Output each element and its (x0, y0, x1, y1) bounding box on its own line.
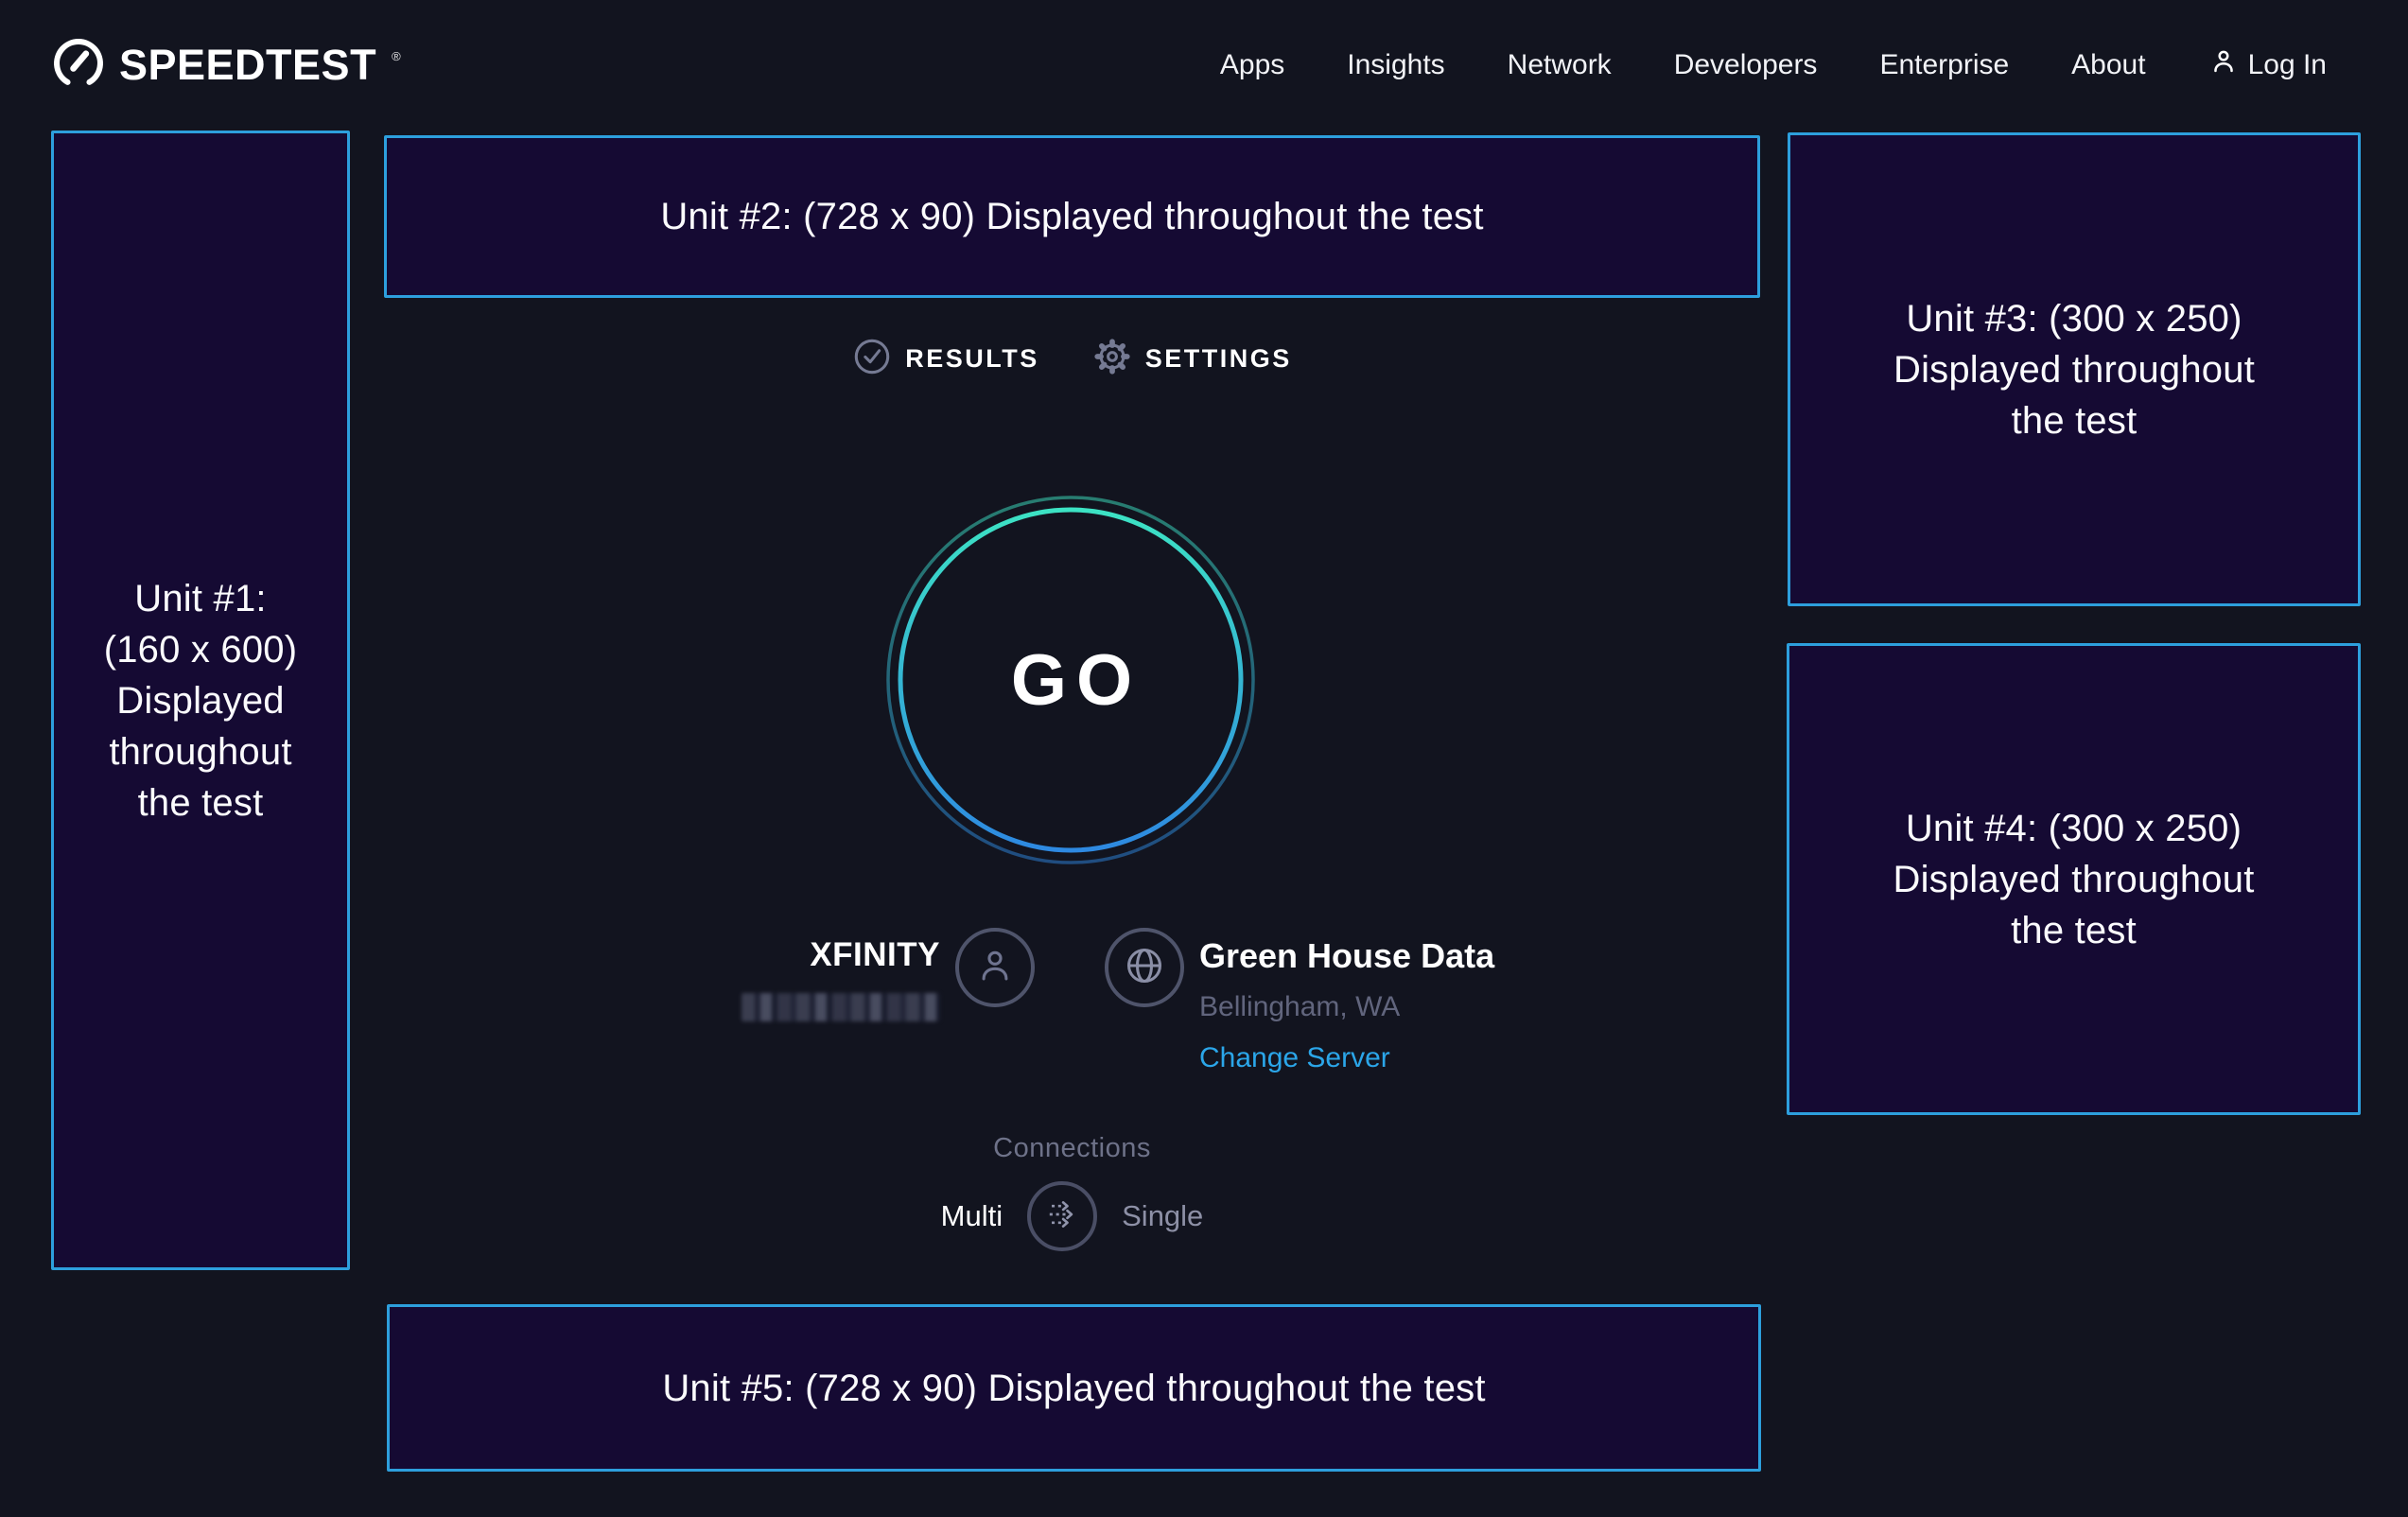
nav-item-enterprise[interactable]: Enterprise (1879, 49, 2009, 81)
main-nav: Apps Insights Network Developers Enterpr… (1220, 46, 2327, 84)
connections-label: Connections (993, 1133, 1151, 1164)
registered-trademark: ® (392, 49, 401, 63)
ad-unit-2-text: Unit #2: (728 x 90) Displayed throughout… (387, 191, 1757, 242)
server-globe-badge (1105, 928, 1184, 1007)
speedometer-logo-icon (51, 36, 106, 96)
multi-connection-icon (1041, 1194, 1083, 1240)
nav-item-insights[interactable]: Insights (1347, 49, 1444, 81)
nav-item-network[interactable]: Network (1508, 49, 1612, 81)
tab-results[interactable]: RESULTS (852, 337, 1039, 381)
go-button-label: GO (885, 495, 1256, 865)
tab-settings-label: SETTINGS (1145, 344, 1292, 374)
check-circle-icon (852, 337, 892, 381)
isp-avatar (955, 928, 1035, 1007)
connections-toggle-row: Multi Single (941, 1181, 1204, 1251)
server-info: Green House Data Bellingham, WA Change S… (1199, 936, 1494, 1074)
speedtest-logo[interactable]: SPEEDTEST ® (51, 36, 401, 96)
nav-item-apps[interactable]: Apps (1220, 49, 1284, 81)
go-button[interactable]: GO (885, 495, 1256, 865)
ad-unit-4[interactable]: Unit #4: (300 x 250) Displayed throughou… (1787, 643, 2361, 1115)
ad-unit-1[interactable]: Unit #1: (160 x 600) Displayed throughou… (51, 131, 350, 1270)
login-label: Log In (2248, 49, 2327, 81)
ad-unit-4-text: Unit #4: (300 x 250) Displayed throughou… (1789, 803, 2358, 956)
top-nav-bar: SPEEDTEST ® Apps Insights Network Develo… (0, 0, 2408, 131)
speedtest-page: SPEEDTEST ® Apps Insights Network Develo… (0, 0, 2408, 1517)
server-location: Bellingham, WA (1199, 991, 1494, 1023)
change-server-link[interactable]: Change Server (1199, 1042, 1494, 1074)
gear-icon (1092, 337, 1132, 381)
login-button[interactable]: Log In (2208, 46, 2327, 84)
nav-item-developers[interactable]: Developers (1674, 49, 1818, 81)
tabs-bar: RESULTS (384, 337, 1760, 381)
nav-item-about[interactable]: About (2071, 49, 2145, 81)
tab-settings[interactable]: SETTINGS (1092, 337, 1292, 381)
ad-unit-5-text: Unit #5: (728 x 90) Displayed throughout… (390, 1363, 1758, 1414)
ad-unit-3[interactable]: Unit #3: (300 x 250) Displayed throughou… (1788, 132, 2361, 606)
connections-single-option[interactable]: Single (1122, 1199, 1203, 1233)
logo-wordmark: SPEEDTEST (119, 41, 376, 90)
connections-mode-toggle[interactable] (1027, 1181, 1097, 1251)
isp-name: XFINITY (384, 936, 940, 974)
connections-multi-option[interactable]: Multi (941, 1199, 1003, 1233)
connections-section: Connections Multi Single (384, 1133, 1760, 1251)
globe-icon (1123, 944, 1166, 992)
user-icon (974, 945, 1016, 991)
ad-unit-2[interactable]: Unit #2: (728 x 90) Displayed throughout… (384, 135, 1760, 298)
ad-unit-5[interactable]: Unit #5: (728 x 90) Displayed throughout… (387, 1304, 1761, 1472)
user-icon (2208, 46, 2239, 84)
redacted-ip-address (742, 993, 940, 1021)
tab-results-label: RESULTS (905, 344, 1039, 374)
ad-unit-1-text: Unit #1: (160 x 600) Displayed throughou… (54, 573, 347, 828)
server-name: Green House Data (1199, 936, 1494, 976)
ad-unit-3-text: Unit #3: (300 x 250) Displayed throughou… (1790, 293, 2358, 446)
